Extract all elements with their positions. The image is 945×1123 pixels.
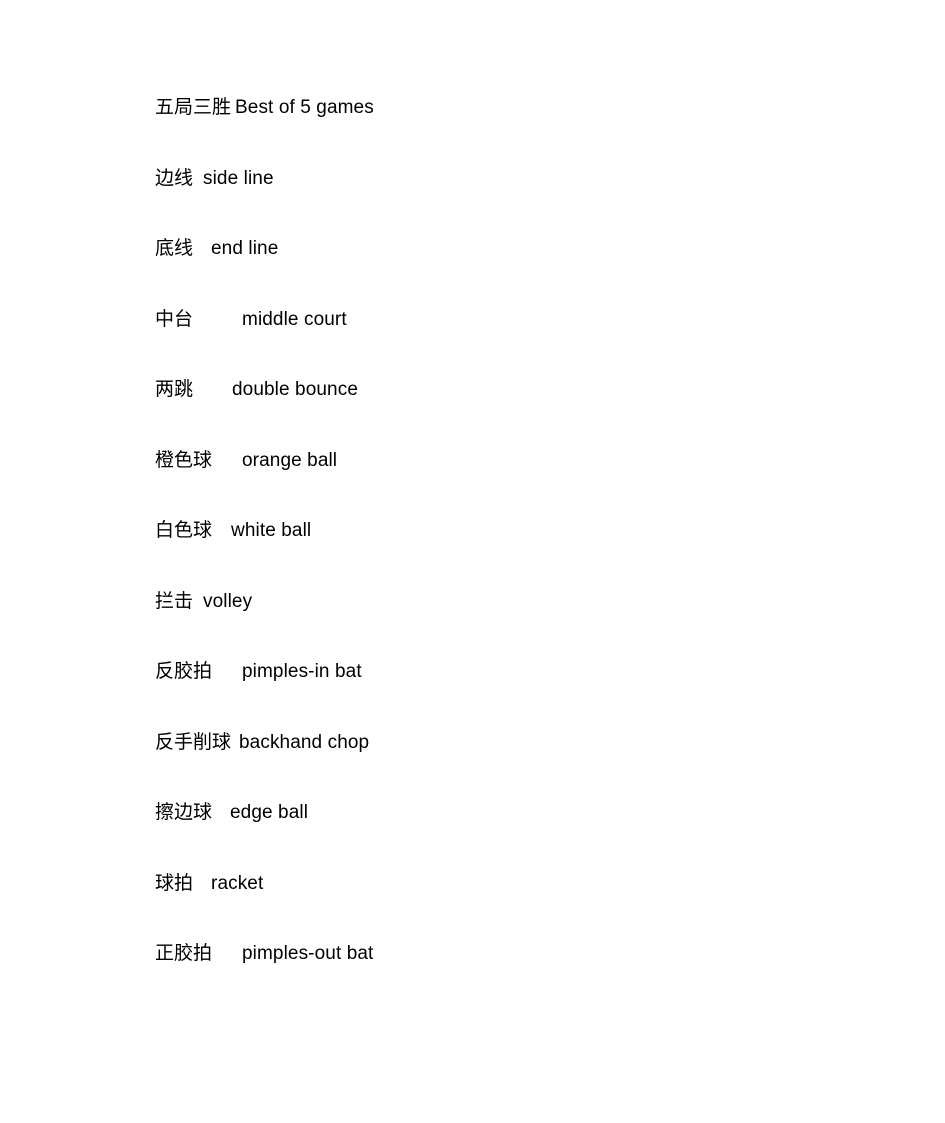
glossary-term-english: side line	[203, 167, 274, 189]
glossary-entry: 反胶拍 pimples-in bat	[155, 660, 915, 731]
glossary-entry: 中台 middle court	[155, 308, 915, 379]
glossary-term-chinese: 白色球	[155, 520, 213, 541]
glossary-term-chinese: 擦边球	[155, 802, 213, 823]
document-page: 五局三胜 Best of 5 games 边线 side line 底线 end line…	[0, 0, 945, 1123]
glossary-entry: 球拍 racket	[155, 872, 915, 943]
glossary-term-english: end line	[211, 238, 279, 259]
glossary-entry: 反手削球 backhand chop	[155, 731, 915, 802]
glossary-entry: 五局三胜 Best of 5 games	[155, 96, 915, 167]
glossary-term-english: volley	[203, 590, 253, 612]
glossary-entry: 两跳 double bounce	[155, 378, 915, 449]
glossary-term-chinese: 反胶拍	[155, 661, 213, 682]
glossary-entry: 边线 side line	[155, 167, 915, 238]
glossary-entry: 橙色球 orange ball	[155, 449, 915, 520]
glossary-term-chinese: 拦击	[155, 590, 194, 612]
glossary-term-chinese: 边线	[155, 167, 194, 189]
glossary-term-english: backhand chop	[239, 731, 370, 753]
glossary-term-english: pimples-out bat	[242, 943, 374, 964]
glossary-term-english: middle court	[242, 308, 347, 330]
glossary-entry: 擦边球 edge ball	[155, 801, 915, 872]
glossary-term-english: white ball	[231, 520, 312, 541]
glossary-term-english: racket	[211, 872, 264, 894]
glossary-term-english: pimples-in bat	[242, 661, 362, 682]
glossary-term-chinese: 两跳	[155, 379, 194, 400]
glossary-entry: 拦击 volley	[155, 590, 915, 661]
glossary-term-chinese: 橙色球	[155, 449, 213, 471]
glossary-entry: 白色球 white ball	[155, 519, 915, 590]
glossary-term-english: edge ball	[230, 802, 309, 823]
glossary-term-chinese: 反手削球	[155, 731, 232, 753]
glossary-entry: 底线 end line	[155, 237, 915, 308]
glossary-entry: 正胶拍 pimples-out bat	[155, 942, 915, 1013]
glossary-term-english: double bounce	[232, 379, 358, 400]
glossary-list: 五局三胜 Best of 5 games 边线 side line 底线 end line…	[155, 96, 915, 1013]
glossary-term-english: Best of 5 games	[235, 97, 374, 118]
glossary-term-chinese: 中台	[155, 308, 194, 330]
glossary-term-chinese: 底线	[155, 238, 194, 259]
glossary-term-chinese: 球拍	[155, 872, 194, 894]
glossary-term-chinese: 五局三胜	[155, 97, 232, 118]
glossary-term-chinese: 正胶拍	[155, 943, 213, 964]
glossary-term-english: orange ball	[242, 449, 338, 471]
